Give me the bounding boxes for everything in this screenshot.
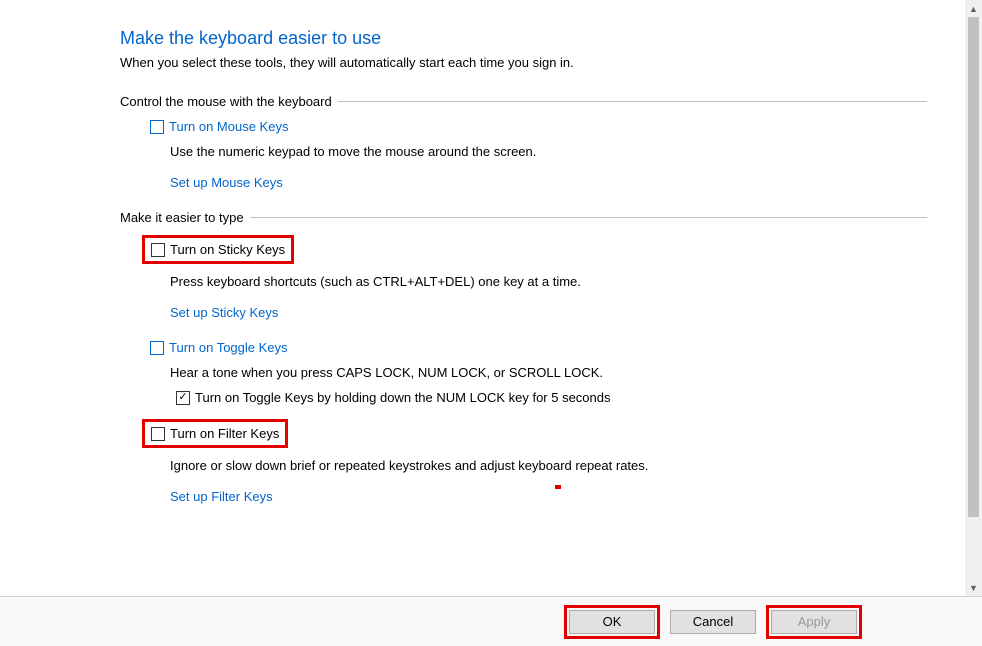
desc-filter-keys: Ignore or slow down brief or repeated ke…: [170, 458, 982, 473]
checkbox-filter-keys[interactable]: [151, 427, 165, 441]
ok-button[interactable]: OK: [569, 610, 655, 634]
content-area: Make the keyboard easier to use When you…: [0, 0, 982, 596]
label-toggle-keys: Turn on Toggle Keys: [169, 340, 288, 355]
option-toggle-keys[interactable]: Turn on Toggle Keys: [150, 340, 982, 355]
option-mouse-keys[interactable]: Turn on Mouse Keys: [150, 119, 982, 134]
scroll-up-icon[interactable]: ▲: [965, 0, 982, 17]
link-setup-sticky-keys[interactable]: Set up Sticky Keys: [170, 305, 278, 320]
legend-easier-type: Make it easier to type: [120, 210, 935, 225]
desc-mouse-keys: Use the numeric keypad to move the mouse…: [170, 144, 982, 159]
scroll-thumb[interactable]: [968, 17, 979, 517]
checkbox-mouse-keys[interactable]: [150, 120, 164, 134]
label-toggle-keys-hold: Turn on Toggle Keys by holding down the …: [195, 390, 611, 405]
group-mouse-keyboard: Control the mouse with the keyboard Turn…: [120, 94, 982, 190]
red-annotation-dot: [555, 485, 561, 489]
scrollbar[interactable]: ▲ ▼: [965, 0, 982, 596]
checkbox-toggle-keys-hold[interactable]: [176, 391, 190, 405]
label-mouse-keys: Turn on Mouse Keys: [169, 119, 288, 134]
desc-sticky-keys: Press keyboard shortcuts (such as CTRL+A…: [170, 274, 982, 289]
highlight-apply: Apply: [766, 605, 862, 639]
highlight-filter-keys: Turn on Filter Keys: [142, 419, 288, 448]
link-setup-mouse-keys[interactable]: Set up Mouse Keys: [170, 175, 283, 190]
button-bar: OK Cancel Apply: [0, 596, 982, 646]
scroll-down-icon[interactable]: ▼: [965, 579, 982, 596]
checkbox-toggle-keys[interactable]: [150, 341, 164, 355]
desc-toggle-keys: Hear a tone when you press CAPS LOCK, NU…: [170, 365, 982, 380]
checkbox-sticky-keys[interactable]: [151, 243, 165, 257]
group-easier-type: Make it easier to type Turn on Sticky Ke…: [120, 210, 982, 504]
label-sticky-keys: Turn on Sticky Keys: [170, 242, 285, 257]
page-title: Make the keyboard easier to use: [120, 28, 982, 49]
label-filter-keys: Turn on Filter Keys: [170, 426, 279, 441]
highlight-sticky-keys: Turn on Sticky Keys: [142, 235, 294, 264]
option-toggle-keys-hold[interactable]: Turn on Toggle Keys by holding down the …: [176, 390, 982, 405]
link-setup-filter-keys[interactable]: Set up Filter Keys: [170, 489, 273, 504]
highlight-ok: OK: [564, 605, 660, 639]
apply-button[interactable]: Apply: [771, 610, 857, 634]
legend-mouse-keyboard: Control the mouse with the keyboard: [120, 94, 935, 109]
cancel-button[interactable]: Cancel: [670, 610, 756, 634]
page-subtitle: When you select these tools, they will a…: [120, 55, 982, 70]
